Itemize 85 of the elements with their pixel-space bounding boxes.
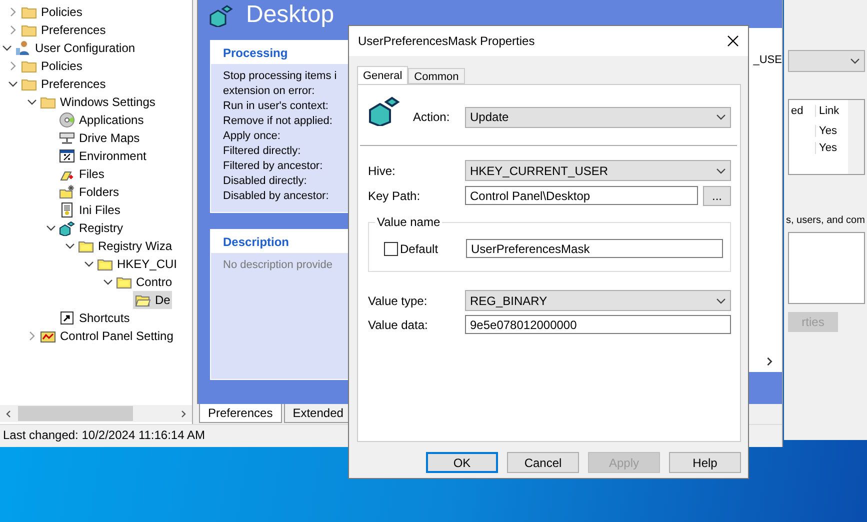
- chevron-down-icon[interactable]: [8, 79, 18, 89]
- tree-item[interactable]: De: [133, 291, 172, 309]
- group-label: Value name: [375, 215, 442, 229]
- tree-item[interactable]: Shortcuts: [57, 309, 132, 327]
- chevron-down-icon[interactable]: [850, 56, 860, 66]
- document-icon: [59, 202, 75, 218]
- tree-item[interactable]: Preferences: [19, 75, 108, 93]
- shortcut-icon: [59, 310, 75, 326]
- dialog-button[interactable]: Help: [669, 452, 741, 473]
- dropdown[interactable]: Update: [465, 106, 731, 128]
- table-cell: Yes: [815, 142, 847, 154]
- chevron-down-icon[interactable]: [64, 241, 74, 251]
- checkbox-label: Default: [400, 242, 438, 256]
- cubes-icon: [208, 3, 234, 27]
- chevron-down-icon[interactable]: [102, 277, 112, 287]
- chevron-down-icon[interactable]: [716, 296, 726, 306]
- tree-item[interactable]: Drive Maps: [57, 129, 142, 147]
- panel-title: Desktop: [246, 1, 334, 29]
- tree-item[interactable]: Windows Settings: [38, 93, 158, 111]
- column-header[interactable]: Link: [815, 105, 847, 117]
- card-text: Disabled directly:: [223, 174, 307, 189]
- tab[interactable]: Common: [408, 68, 465, 84]
- card-text: Filtered by ancestor:: [223, 159, 323, 174]
- card-text: Disabled by ancestor:: [223, 189, 329, 204]
- tab[interactable]: General: [357, 66, 408, 84]
- tree-item[interactable]: Ini Files: [57, 201, 122, 219]
- table-cell: Yes: [815, 124, 847, 136]
- tree-item[interactable]: Policies: [19, 57, 84, 75]
- tab[interactable]: Preferences: [199, 404, 282, 423]
- tree-item[interactable]: Contro: [114, 273, 174, 291]
- tree-item[interactable]: Registry Wiza: [76, 237, 174, 255]
- tree-item[interactable]: Policies: [19, 3, 84, 21]
- folder-star-icon: [59, 184, 75, 200]
- dialog-button[interactable]: Cancel: [507, 452, 579, 473]
- tree-item[interactable]: Applications: [57, 111, 146, 129]
- cubes-icon: [59, 220, 75, 236]
- tree-item[interactable]: Environment: [57, 147, 148, 165]
- chevron-right-icon[interactable]: [26, 331, 36, 341]
- card-text: Filtered directly:: [223, 144, 301, 159]
- chevron-down-icon[interactable]: [2, 43, 12, 53]
- card-text: _USE: [753, 54, 782, 66]
- browse-button[interactable]: ...: [703, 186, 731, 206]
- description-text: s, users, and com: [785, 215, 866, 226]
- chevron-right-icon[interactable]: [8, 25, 18, 35]
- drive-icon: [59, 130, 75, 146]
- card-text: Run in user's context:: [223, 99, 328, 114]
- chevron-right-icon[interactable]: [8, 61, 18, 71]
- chevron-down-icon[interactable]: [26, 97, 36, 107]
- card-text: Apply once:: [223, 129, 280, 144]
- field-label: Hive:: [368, 164, 396, 178]
- input-field[interactable]: UserPreferencesMask: [466, 239, 723, 258]
- field-label: Value data:: [368, 318, 429, 332]
- window-icon: [59, 148, 75, 164]
- field-label: Action:: [413, 110, 451, 124]
- dialog-button[interactable]: OK: [426, 452, 498, 473]
- checkbox[interactable]: [384, 242, 398, 256]
- chevron-right-icon[interactable]: [8, 7, 18, 17]
- close-icon[interactable]: [727, 35, 739, 47]
- tree-item[interactable]: Files: [57, 165, 106, 183]
- tree-item[interactable]: Preferences: [19, 21, 108, 39]
- input-field[interactable]: Control Panel\Desktop: [465, 186, 698, 205]
- column-header[interactable]: ed: [789, 105, 815, 117]
- dropdown[interactable]: HKEY_CURRENT_USER: [465, 160, 731, 181]
- tree-item[interactable]: Folders: [57, 183, 122, 201]
- chevron-down-icon[interactable]: [46, 223, 56, 233]
- card-text: Remove if not applied:: [223, 114, 332, 129]
- input-field[interactable]: 9e5e078012000000: [465, 315, 731, 334]
- dropdown[interactable]: REG_BINARY: [465, 290, 731, 311]
- disc-icon: [59, 112, 75, 128]
- chevron-down-icon[interactable]: [716, 112, 726, 122]
- field-label: Value type:: [368, 294, 428, 308]
- cubes-icon: [368, 94, 400, 126]
- tree-item[interactable]: User Configuration: [13, 39, 138, 57]
- chevron-down-icon[interactable]: [716, 166, 726, 176]
- horizontal-scrollbar[interactable]: [0, 405, 192, 422]
- card-text: extension on error:: [223, 84, 315, 99]
- tree-item[interactable]: HKEY_CUI: [95, 255, 180, 273]
- user-icon: [15, 40, 31, 56]
- field-label: Key Path:: [368, 188, 422, 202]
- card-text: Stop processing items i: [223, 69, 337, 84]
- tree-item[interactable]: Registry: [57, 219, 126, 237]
- vertical-scrollbar[interactable]: [848, 100, 864, 174]
- card-text: No description provide: [223, 258, 332, 273]
- chevron-down-icon[interactable]: [84, 259, 94, 269]
- tree-item[interactable]: Control Panel Setting: [38, 327, 176, 345]
